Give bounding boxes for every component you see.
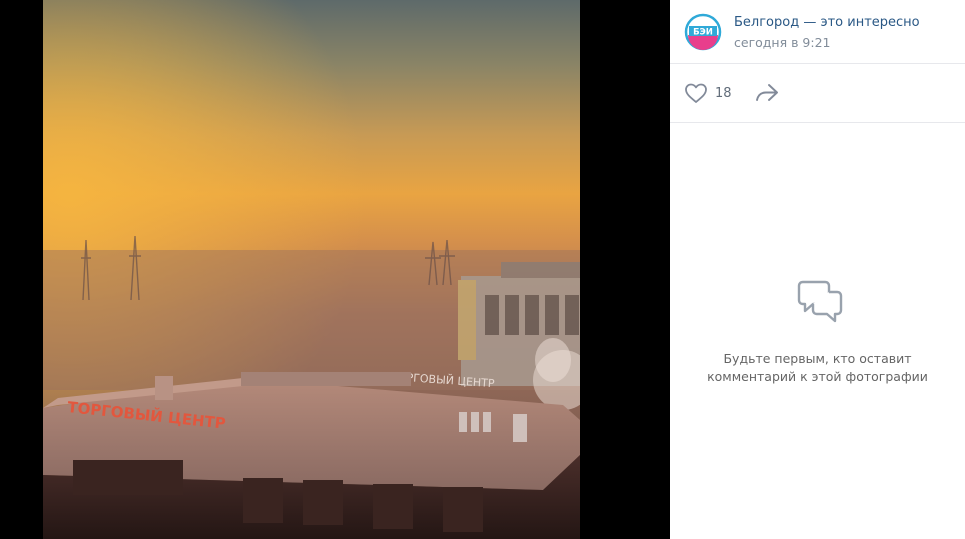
post-date[interactable]: сегодня в 9:21 — [734, 35, 831, 50]
photo[interactable]: ТОРГОВЫЙ ЦЕНТР ТОРГОВЫЙ ЦЕНТР — [43, 0, 580, 539]
post-header: БЭИ Белгород — это интересно сегодня в 9… — [670, 0, 965, 64]
heart-icon — [685, 83, 707, 103]
share-arrow-icon — [756, 84, 778, 101]
post-author[interactable]: Белгород — это интересно — [734, 15, 920, 30]
avatar-text: БЭИ — [693, 28, 713, 38]
photo-image: ТОРГОВЫЙ ЦЕНТР ТОРГОВЫЙ ЦЕНТР — [43, 0, 580, 539]
comments-icon — [797, 280, 842, 323]
avatar-image: БЭИ — [684, 13, 722, 51]
comments-empty-state: Будьте первым, кто оставит комментарий к… — [670, 278, 965, 386]
like-count: 18 — [715, 85, 732, 101]
share-button[interactable] — [754, 81, 780, 105]
post-actions: 18 — [670, 64, 965, 123]
like-button[interactable]: 18 — [684, 81, 732, 105]
comments-empty-text: Будьте первым, кто оставит комментарий к… — [707, 351, 928, 384]
photo-sidebar: БЭИ Белгород — это интересно сегодня в 9… — [670, 0, 965, 539]
photo-viewer: ТОРГОВЫЙ ЦЕНТР ТОРГОВЫЙ ЦЕНТР — [0, 0, 670, 539]
avatar[interactable]: БЭИ — [684, 13, 722, 51]
